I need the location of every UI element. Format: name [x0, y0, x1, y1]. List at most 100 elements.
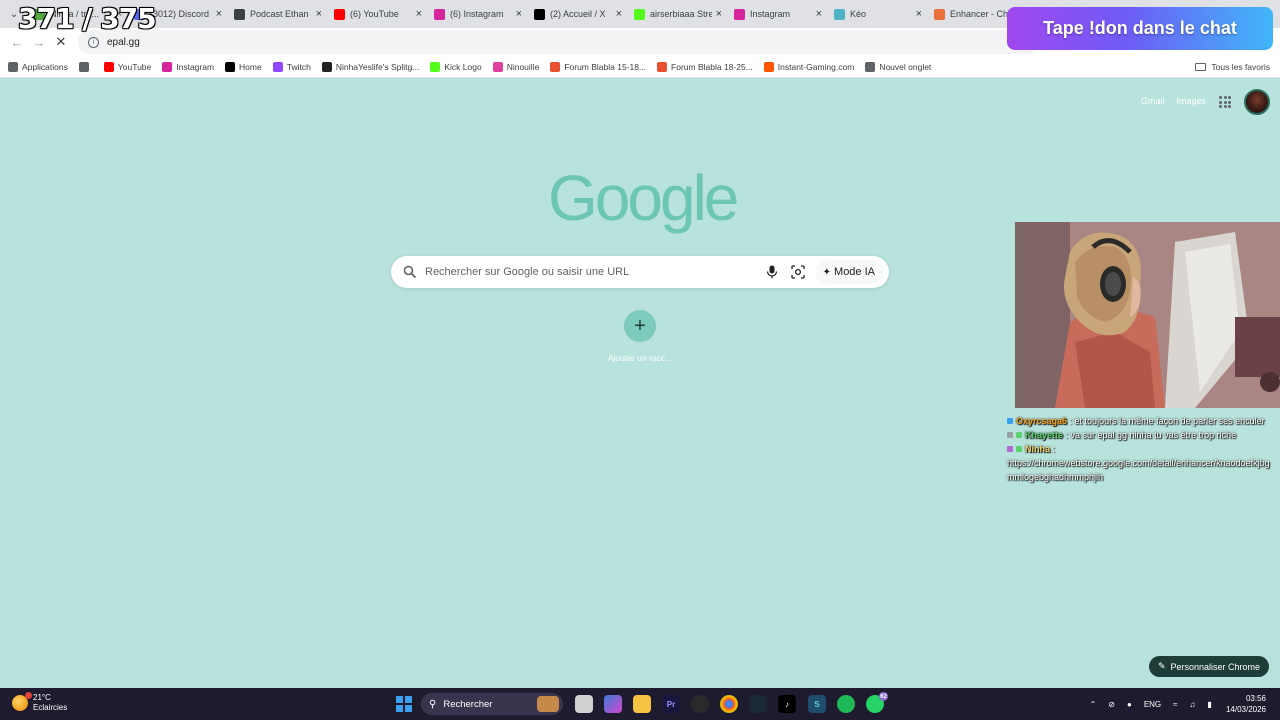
chat-badge-icon	[1007, 418, 1013, 424]
microphone-icon[interactable]	[763, 263, 781, 281]
tray-clock[interactable]: 03:56 14/03/2026	[1226, 693, 1266, 715]
bookmark-10[interactable]: Forum Blabla 18-25...	[657, 61, 753, 72]
close-tab-icon[interactable]: ×	[816, 8, 822, 20]
ntp-search-box[interactable]: ✦ Mode IA	[391, 256, 889, 288]
spotify-icon[interactable]	[837, 695, 855, 713]
tray-network-off-icon[interactable]: ⊘	[1108, 700, 1115, 709]
ninouille-icon	[492, 61, 503, 72]
twitch-icon	[272, 61, 283, 72]
bookmark-11[interactable]: Instant-Gaming.com	[763, 61, 855, 72]
bookmark-12[interactable]: Nouvel onglet	[865, 61, 931, 72]
mode-ia-button[interactable]: ✦ Mode IA	[814, 260, 883, 284]
google-lens-icon[interactable]	[789, 263, 807, 281]
close-tab-icon[interactable]: ×	[616, 8, 622, 20]
tab-label: (3012) Discord	[150, 9, 210, 19]
chat-username: Ninha	[1025, 444, 1051, 454]
tab-3[interactable]: (6) YouTube ×	[328, 0, 428, 28]
bookmark-9[interactable]: Forum Blabla 15-18...	[550, 61, 646, 72]
bookmark-4[interactable]: Home	[225, 61, 262, 72]
bookmark-label: Instagram	[176, 61, 215, 72]
close-tab-icon[interactable]: ×	[516, 8, 522, 20]
bookmark-1[interactable]	[78, 61, 93, 72]
x-icon	[225, 61, 236, 72]
tray-volume-icon[interactable]: ♫	[1190, 700, 1196, 709]
bookmark-5[interactable]: Twitch	[272, 61, 311, 72]
bookmark-3[interactable]: Instagram	[162, 61, 215, 72]
account-avatar[interactable]	[1244, 89, 1270, 115]
bookmark-0[interactable]: Applications	[8, 61, 68, 72]
bookmark-7[interactable]: Kick Logo	[430, 61, 482, 72]
page-icon	[234, 8, 245, 20]
bookmark-label: Forum Blabla 18-25...	[671, 61, 753, 72]
all-bookmarks-button[interactable]: Tous les favoris	[1195, 56, 1270, 78]
chat-text: :	[1050, 444, 1056, 454]
images-link[interactable]: Images	[1177, 96, 1207, 106]
address-bar[interactable]: i epal.gg	[78, 30, 1038, 54]
bookmark-label: Home	[239, 61, 262, 72]
tab-label: Enhancer - Chr...	[950, 9, 1012, 19]
tab-4[interactable]: (6) Instagram ×	[428, 0, 528, 28]
streamer-webcam	[1015, 222, 1280, 408]
tab-5[interactable]: (2) Accueil / X ×	[528, 0, 628, 28]
google-apps-icon[interactable]	[1219, 96, 1231, 108]
search-icon	[403, 265, 417, 279]
tray-wifi-icon[interactable]: ≈	[1173, 700, 1177, 709]
gmail-link[interactable]: Gmail	[1141, 96, 1165, 106]
tab-7[interactable]: Instagram ×	[728, 0, 828, 28]
steam-icon[interactable]	[749, 695, 767, 713]
jv-icon	[550, 61, 561, 72]
tab-8[interactable]: Kéo ×	[828, 0, 928, 28]
enhancer-icon	[934, 8, 945, 20]
bookmark-label: Instant-Gaming.com	[777, 61, 855, 72]
tab-6[interactable]: airserbiaaa Stre... ×	[628, 0, 728, 28]
windows-start-icon[interactable]	[396, 696, 412, 712]
close-tab-icon[interactable]: ×	[216, 8, 222, 20]
personalize-chrome-button[interactable]: ✎ Personnaliser Chrome	[1149, 656, 1269, 677]
file-explorer-icon[interactable]	[633, 695, 651, 713]
site-info-icon[interactable]: i	[88, 36, 99, 48]
close-tab-icon[interactable]: ×	[916, 8, 922, 20]
bookmark-6[interactable]: NinhaYeslife's Splitg...	[321, 61, 420, 72]
close-tab-icon[interactable]: ×	[716, 8, 722, 20]
clock-date: 14/03/2026	[1225, 705, 1266, 714]
chat-message: Khayette : va sur epal gg ninha tu vas ê…	[1007, 428, 1277, 442]
tray-battery-icon[interactable]: ▮	[1208, 700, 1212, 709]
bookmark-label: NinhaYeslife's Splitg...	[335, 61, 420, 72]
close-tab-icon[interactable]: ×	[316, 8, 322, 20]
streamlabs-icon[interactable]: S	[808, 695, 826, 713]
task-view-icon[interactable]	[575, 695, 593, 713]
chat-badge-icon	[1007, 446, 1013, 452]
add-shortcut-label: Ajouter un racc...	[607, 353, 673, 363]
address-bar-url[interactable]: epal.gg	[107, 37, 140, 48]
bookmark-8[interactable]: Ninouille	[492, 61, 540, 72]
ntp-header-links: Gmail Images	[1141, 96, 1218, 106]
copilot-icon[interactable]	[604, 695, 622, 713]
search-icon: ⚲	[429, 698, 437, 710]
chat-link[interactable]: https://chromewebstore.google.com/detail…	[1007, 456, 1277, 484]
search-highlight-icon	[537, 696, 559, 712]
bookmark-label: Ninouille	[506, 61, 540, 72]
close-tab-icon[interactable]: ×	[416, 8, 422, 20]
bookmark-label: Applications	[22, 61, 68, 72]
obs-icon[interactable]	[691, 695, 709, 713]
tray-chevron-icon[interactable]: ⌃	[1090, 700, 1097, 709]
chrome-icon[interactable]	[720, 695, 738, 713]
donate-banner: Tape !don dans le chat	[1007, 7, 1273, 50]
tiktok-icon[interactable]: ♪	[778, 695, 796, 713]
tab-2[interactable]: Podcast Ethan ×	[228, 0, 328, 28]
premiere-pro-icon[interactable]: Pr	[662, 695, 680, 713]
youtube-icon	[334, 8, 345, 20]
whatsapp-icon[interactable]: 62	[866, 692, 888, 713]
tab-label: (6) YouTube	[350, 9, 399, 19]
new-tab-icon	[865, 61, 876, 72]
add-shortcut-button[interactable]: +	[624, 310, 656, 342]
tab-label: (2) Accueil / X	[550, 9, 606, 19]
tray-mic-icon[interactable]: ●	[1127, 700, 1132, 709]
bookmark-2[interactable]: YouTube	[103, 61, 151, 72]
weather-desc: Eclaircies	[33, 703, 68, 712]
taskbar-search[interactable]: ⚲ Rechercher	[421, 693, 563, 715]
tray-lang[interactable]: ENG	[1144, 700, 1161, 709]
bookmarks-bar: Applications YouTube Instagram Home Twitch Ni…	[0, 56, 1280, 78]
weather-widget[interactable]: 21°C Eclaircies	[12, 692, 68, 713]
search-input[interactable]	[425, 266, 763, 278]
